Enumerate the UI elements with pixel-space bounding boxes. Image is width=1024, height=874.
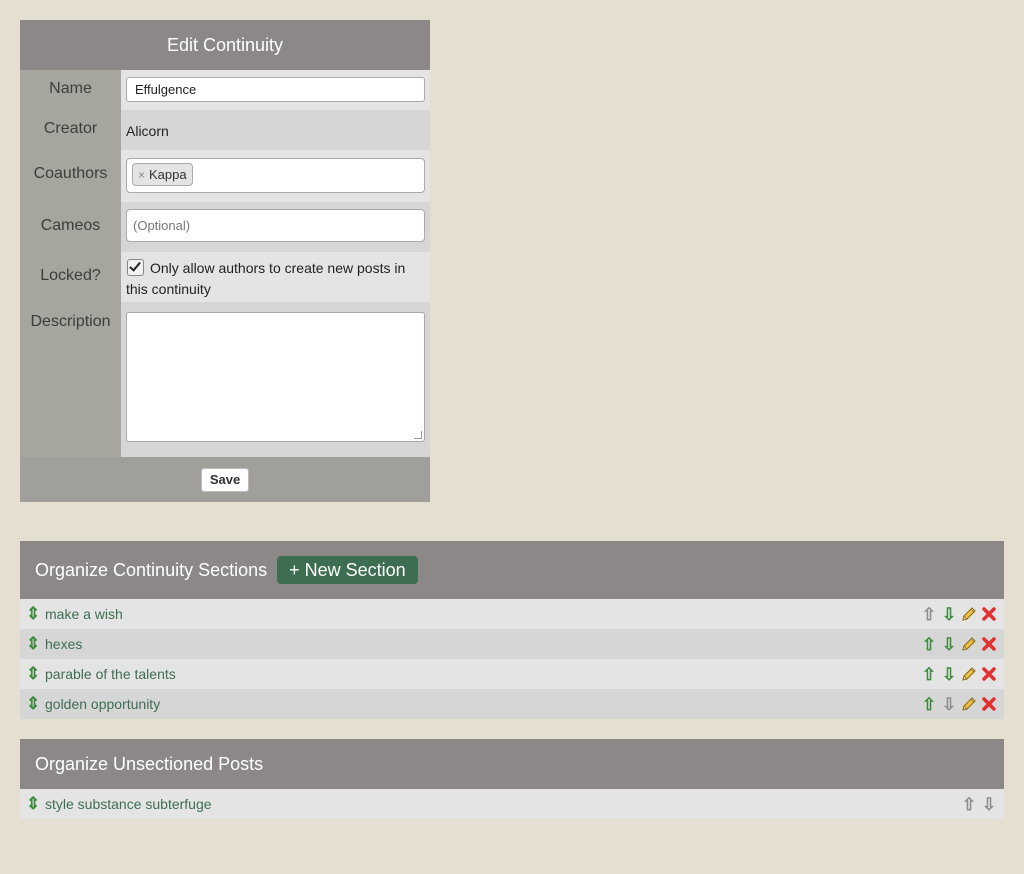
row-actions: ⇧ ⇩ bbox=[919, 629, 999, 659]
sections-title: Organize Continuity Sections bbox=[35, 559, 268, 580]
section-row: ⇕ hexes ⇧ ⇩ bbox=[20, 629, 1004, 659]
edit-pencil-icon[interactable] bbox=[959, 666, 979, 682]
move-down-icon: ⇩ bbox=[981, 794, 997, 814]
section-link[interactable]: make a wish bbox=[45, 606, 123, 622]
sections-panel: Organize Continuity Sections + New Secti… bbox=[20, 541, 1004, 719]
drag-handle-icon[interactable]: ⇕ bbox=[26, 794, 40, 814]
section-row: ⇕ make a wish ⇧ ⇩ bbox=[20, 599, 1004, 629]
edit-pencil-icon[interactable] bbox=[959, 696, 979, 712]
sections-list: ⇕ make a wish ⇧ ⇩ ⇕ hexes ⇧ ⇩ ⇕ parable of the ta… bbox=[20, 599, 1004, 719]
description-row: Description bbox=[20, 302, 430, 457]
section-row: ⇕ parable of the talents ⇧ ⇩ bbox=[20, 659, 1004, 689]
drag-handle-icon[interactable]: ⇕ bbox=[26, 604, 40, 624]
delete-icon[interactable] bbox=[979, 667, 999, 681]
name-label: Name bbox=[20, 70, 121, 110]
locked-checkbox[interactable] bbox=[127, 259, 144, 276]
post-row: ⇕ style substance subterfuge ⇧ ⇩ bbox=[20, 789, 1004, 819]
drag-handle-icon[interactable]: ⇕ bbox=[26, 694, 40, 714]
delete-icon[interactable] bbox=[979, 607, 999, 621]
row-actions: ⇧ ⇩ bbox=[959, 789, 999, 819]
edit-continuity-form: Edit Continuity Name Creator Alicorn Coa… bbox=[20, 20, 430, 502]
unsectioned-panel: Organize Unsectioned Posts ⇕ style substa… bbox=[20, 739, 1004, 819]
name-row: Name bbox=[20, 70, 430, 110]
post-link[interactable]: style substance subterfuge bbox=[45, 796, 212, 812]
save-button[interactable]: Save bbox=[200, 467, 250, 492]
delete-icon[interactable] bbox=[979, 637, 999, 651]
coauthor-tag-label: Kappa bbox=[149, 167, 187, 182]
section-link[interactable]: golden opportunity bbox=[45, 696, 160, 712]
drag-handle-icon[interactable]: ⇕ bbox=[26, 664, 40, 684]
row-actions: ⇧ ⇩ bbox=[919, 599, 999, 629]
move-up-icon: ⇧ bbox=[961, 794, 977, 814]
coauthors-row: Coauthors × Kappa bbox=[20, 150, 430, 202]
coauthor-tag: × Kappa bbox=[132, 163, 193, 186]
creator-label: Creator bbox=[20, 110, 121, 150]
locked-row: Locked? Only allow authors to create new… bbox=[20, 252, 430, 302]
move-up-icon[interactable]: ⇧ bbox=[919, 636, 939, 653]
coauthors-select[interactable]: × Kappa bbox=[126, 158, 425, 193]
coauthors-label: Coauthors bbox=[20, 150, 121, 202]
move-down-icon[interactable]: ⇩ bbox=[939, 636, 959, 653]
move-down-icon: ⇩ bbox=[941, 694, 957, 714]
edit-pencil-icon[interactable] bbox=[959, 606, 979, 622]
delete-icon[interactable] bbox=[979, 697, 999, 711]
resize-handle-icon[interactable] bbox=[414, 431, 422, 439]
cameos-row: Cameos bbox=[20, 202, 430, 252]
row-actions: ⇧ ⇩ bbox=[919, 659, 999, 689]
move-down-icon[interactable]: ⇩ bbox=[939, 606, 959, 623]
description-label: Description bbox=[20, 302, 121, 457]
cameos-input[interactable] bbox=[126, 209, 425, 242]
move-up-icon: ⇧ bbox=[921, 604, 937, 624]
unsectioned-list: ⇕ style substance subterfuge ⇧ ⇩ bbox=[20, 789, 1004, 819]
row-actions: ⇧ ⇩ bbox=[919, 689, 999, 719]
description-textarea[interactable] bbox=[126, 312, 425, 442]
name-input[interactable] bbox=[126, 77, 425, 102]
cameos-label: Cameos bbox=[20, 202, 121, 252]
move-down-icon[interactable]: ⇩ bbox=[939, 666, 959, 683]
section-row: ⇕ golden opportunity ⇧ ⇩ bbox=[20, 689, 1004, 719]
creator-row: Creator Alicorn bbox=[20, 110, 430, 150]
locked-label: Locked? bbox=[20, 252, 121, 302]
locked-checkbox-label: Only allow authors to create new posts i… bbox=[126, 260, 406, 297]
edit-pencil-icon[interactable] bbox=[959, 636, 979, 652]
move-up-icon[interactable]: ⇧ bbox=[919, 696, 939, 713]
new-section-button[interactable]: + New Section bbox=[277, 556, 418, 584]
form-footer: Save bbox=[20, 457, 430, 502]
section-link[interactable]: hexes bbox=[45, 636, 82, 652]
unsectioned-title: Organize Unsectioned Posts bbox=[35, 753, 264, 774]
remove-tag-icon[interactable]: × bbox=[138, 168, 145, 182]
creator-value: Alicorn bbox=[126, 123, 169, 139]
section-link[interactable]: parable of the talents bbox=[45, 666, 176, 682]
drag-handle-icon[interactable]: ⇕ bbox=[26, 634, 40, 654]
move-up-icon[interactable]: ⇧ bbox=[919, 666, 939, 683]
form-title: Edit Continuity bbox=[20, 20, 430, 70]
